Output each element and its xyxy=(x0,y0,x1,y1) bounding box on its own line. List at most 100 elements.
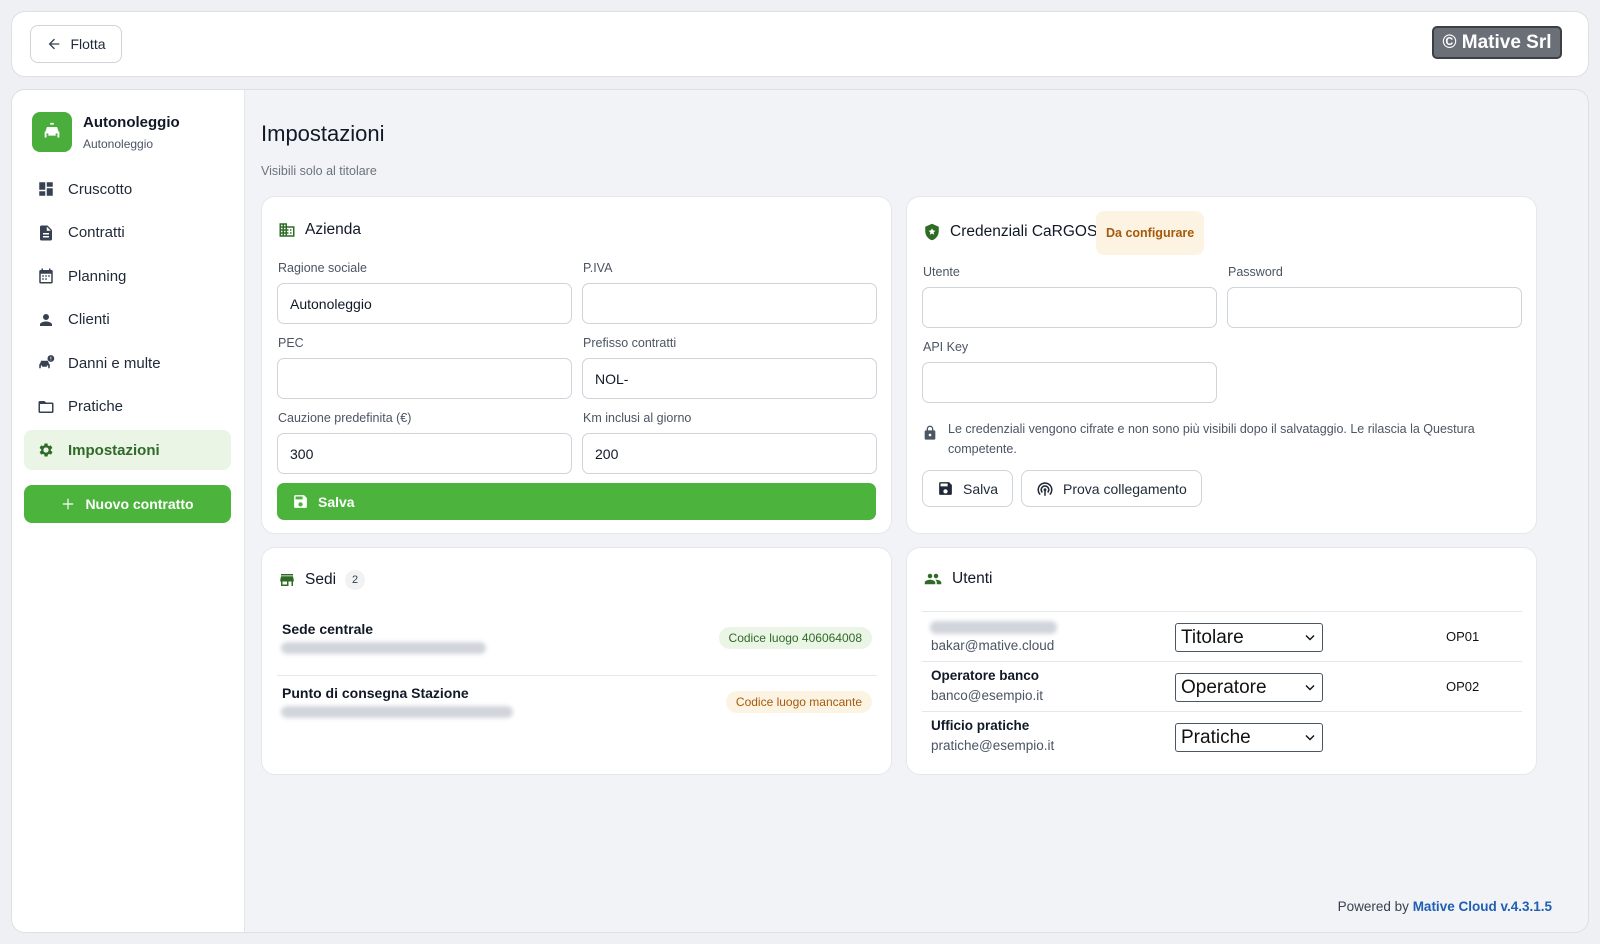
brand-subtitle: Autonoleggio xyxy=(83,137,154,151)
site-name: Sede centrale xyxy=(282,621,374,637)
cargos-card: Credenziali CaRGOS Da configurare Utente… xyxy=(906,196,1537,534)
chevron-down-icon xyxy=(1305,734,1315,740)
sidebar-item-label: Planning xyxy=(68,267,127,285)
signal-icon xyxy=(1037,481,1053,496)
top-bar: Flotta © Mative Srl xyxy=(11,11,1589,77)
sidebar-item-label: Contratti xyxy=(68,224,125,241)
test-connection-button[interactable]: Prova collegamento xyxy=(1021,470,1202,507)
user-email: banco@esempio.it xyxy=(931,688,1044,703)
sidebar-item-label: Impostazioni xyxy=(68,441,160,459)
table-row: Operatore banco banco@esempio.it Operato… xyxy=(922,661,1522,711)
sedi-card: Sedi 2 Sede centrale Codice luogo 406064… xyxy=(261,547,892,775)
sidebar-item-planning[interactable]: Planning xyxy=(24,256,231,296)
floppy-icon xyxy=(939,482,952,495)
role-select[interactable]: Operatore xyxy=(1175,673,1323,702)
utente-input[interactable] xyxy=(922,287,1217,328)
shield-icon xyxy=(925,223,939,241)
car-warning-icon xyxy=(39,355,55,369)
sidebar-item-label: Danni e multe xyxy=(68,354,161,372)
sedi-title: Sedi 2 xyxy=(278,570,366,590)
sidebar-nav: Cruscotto Contratti Planning Clienti Dan… xyxy=(24,169,231,474)
plus-icon xyxy=(63,498,74,510)
password-label: Password xyxy=(1228,265,1283,279)
credentials-note: Le credenziali vengono cifrate e non son… xyxy=(922,419,1522,459)
km-inclusi-label: Km inclusi al giorno xyxy=(583,411,692,425)
password-input[interactable] xyxy=(1227,287,1522,328)
sidebar-item-label: Cruscotto xyxy=(68,180,133,198)
document-icon xyxy=(40,225,52,240)
brand: Autonoleggio Autonoleggio xyxy=(32,112,180,152)
user-code: OP02 xyxy=(1446,679,1480,694)
user-email: bakar@mative.cloud xyxy=(931,638,1055,653)
table-row: bakar@mative.cloud Titolare OP01 xyxy=(922,611,1522,661)
site-address-redacted xyxy=(281,706,513,718)
site-code-badge: Codice luogo mancante xyxy=(725,691,872,713)
cauzione-label: Cauzione predefinita (€) xyxy=(278,411,412,425)
user-name: Ufficio pratiche xyxy=(931,718,1030,733)
azienda-card: Azienda Ragione sociale Autonoleggio P.I… xyxy=(261,196,892,534)
prefisso-contratti-input[interactable]: NOL- xyxy=(582,358,877,399)
cargos-save-button[interactable]: Salva xyxy=(922,470,1014,507)
role-select[interactable]: Titolare xyxy=(1175,623,1323,652)
api-key-input[interactable] xyxy=(922,362,1217,403)
ragione-sociale-input[interactable]: Autonoleggio xyxy=(277,283,572,324)
store-icon xyxy=(280,574,294,586)
person-icon xyxy=(40,313,52,326)
role-select[interactable]: Pratiche xyxy=(1175,723,1323,752)
page-title: Impostazioni xyxy=(261,121,385,146)
new-contract-button[interactable]: Nuovo contratto xyxy=(24,485,231,523)
folder-icon xyxy=(38,400,54,413)
cargos-title: Credenziali CaRGOS xyxy=(923,223,1097,241)
user-email: pratiche@esempio.it xyxy=(931,738,1055,753)
page-subtitle: Visibili solo al titolare xyxy=(261,164,377,178)
footer-version-link[interactable]: Mative Cloud v.4.3.1.5 xyxy=(1413,899,1552,914)
back-button[interactable]: Flotta xyxy=(30,25,122,63)
sidebar-item-impostazioni[interactable]: Impostazioni xyxy=(24,430,231,470)
calendar-icon xyxy=(39,268,53,284)
user-name-redacted xyxy=(930,621,1057,634)
car-icon xyxy=(32,112,72,152)
dashboard-icon xyxy=(39,182,53,196)
lock-icon xyxy=(924,425,936,440)
chevron-down-icon xyxy=(1305,634,1315,640)
brand-badge: © Mative Srl xyxy=(1432,26,1562,59)
brand-name: Autonoleggio xyxy=(83,114,180,131)
utente-label: Utente xyxy=(923,265,960,279)
pec-input[interactable] xyxy=(277,358,572,399)
chevron-down-icon xyxy=(1305,684,1315,690)
gear-icon xyxy=(39,443,53,457)
footer: Powered by Mative Cloud v.4.3.1.5 xyxy=(1338,899,1552,914)
arrow-left-icon xyxy=(49,38,60,50)
sidebar-item-pratiche[interactable]: Pratiche xyxy=(24,387,231,427)
sidebar-item-label: Clienti xyxy=(68,311,110,328)
utenti-title: Utenti xyxy=(923,570,993,588)
list-item[interactable]: Sede centrale Codice luogo 406064008 xyxy=(277,621,877,681)
building-icon xyxy=(279,223,295,237)
prefisso-contratti-label: Prefisso contratti xyxy=(583,336,677,350)
cauzione-input[interactable]: 300 xyxy=(277,433,572,474)
azienda-title: Azienda xyxy=(278,221,361,239)
sidebar-item-cruscotto[interactable]: Cruscotto xyxy=(24,169,231,209)
piva-input[interactable] xyxy=(582,283,877,324)
group-icon xyxy=(924,573,942,585)
footer-prefix: Powered by xyxy=(1337,899,1409,914)
list-item[interactable]: Punto di consegna Stazione Codice luogo … xyxy=(277,685,877,745)
piva-label: P.IVA xyxy=(583,261,613,275)
utenti-card: Utenti bakar@mative.cloud Titolare OP01 … xyxy=(906,547,1537,775)
sidebar-item-contratti[interactable]: Contratti xyxy=(24,213,231,253)
ragione-sociale-label: Ragione sociale xyxy=(278,261,367,275)
azienda-save-button[interactable]: Salva xyxy=(277,483,876,520)
floppy-icon xyxy=(294,495,307,508)
sidebar-item-clienti[interactable]: Clienti xyxy=(24,300,231,340)
sidebar-item-danni-multe[interactable]: Danni e multe xyxy=(24,343,231,383)
cargos-status-badge: Da configurare xyxy=(1096,211,1205,255)
pec-label: PEC xyxy=(278,336,304,350)
api-key-label: API Key xyxy=(923,340,969,354)
divider xyxy=(277,675,877,676)
km-inclusi-input[interactable]: 200 xyxy=(582,433,877,474)
sidebar: Autonoleggio Autonoleggio Cruscotto Cont… xyxy=(12,90,245,932)
sidebar-item-label: Pratiche xyxy=(68,398,124,415)
app-container: Autonoleggio Autonoleggio Cruscotto Cont… xyxy=(11,89,1589,933)
new-contract-label: Nuovo contratto xyxy=(85,496,194,512)
table-row: Ufficio pratiche pratiche@esempio.it Pra… xyxy=(922,711,1522,761)
